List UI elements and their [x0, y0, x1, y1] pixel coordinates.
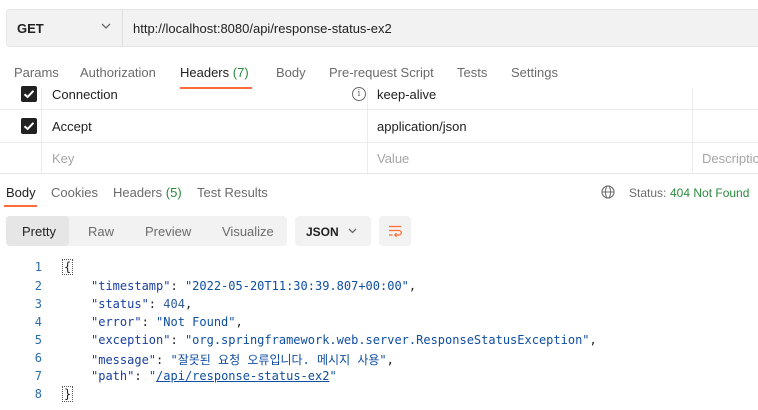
- tab-headers-label: Headers: [180, 65, 230, 80]
- json-value: 404: [163, 297, 185, 311]
- response-tab-body[interactable]: Body: [6, 185, 36, 200]
- response-divider: [0, 173, 758, 174]
- json-value: "2022-05-20T11:30:39.807+00:00": [184, 279, 409, 293]
- line-number: 2: [34, 279, 42, 293]
- new-header-value-input[interactable]: Value: [377, 151, 409, 166]
- view-mode-preview[interactable]: Preview: [145, 224, 191, 239]
- response-tab-headers[interactable]: Headers (5): [113, 185, 182, 200]
- column-divider: [367, 88, 368, 174]
- tab-headers[interactable]: Headers (7): [180, 65, 249, 80]
- wrap-lines-icon: [389, 225, 402, 238]
- json-key: "path": [91, 369, 135, 383]
- line-number: 4: [34, 315, 42, 329]
- open-brace[interactable]: {: [62, 259, 74, 275]
- line-number: 1: [34, 260, 42, 274]
- tab-body[interactable]: Body: [276, 65, 306, 80]
- response-tab-test-results[interactable]: Test Results: [197, 185, 268, 200]
- json-value: "잘못된 요청 오류입니다. 메시지 사용": [170, 353, 387, 367]
- method-divider: [122, 10, 123, 46]
- header-checkbox-accept[interactable]: [21, 118, 37, 134]
- code-line: "path": "/api/response-status-ex2": [91, 369, 337, 383]
- chevron-down-icon: [348, 228, 357, 234]
- format-select-label: JSON: [306, 225, 339, 239]
- tab-params[interactable]: Params: [14, 65, 59, 80]
- json-key: "message": [91, 353, 157, 367]
- code-line: "timestamp": "2022-05-20T11:30:39.807+00…: [91, 279, 417, 293]
- column-divider: [692, 88, 693, 174]
- status-label: Status:: [629, 186, 667, 200]
- header-value-connection[interactable]: keep-alive: [377, 87, 436, 102]
- column-divider: [41, 88, 42, 174]
- status-value[interactable]: 404 Not Found: [670, 186, 749, 200]
- line-number: 5: [34, 333, 42, 347]
- header-key-connection[interactable]: Connection: [52, 87, 118, 102]
- json-value: "org.springframework.web.server.Response…: [184, 333, 590, 347]
- tab-pre-request-script[interactable]: Pre-request Script: [329, 65, 434, 80]
- view-mode-raw[interactable]: Raw: [88, 224, 114, 239]
- line-number: 6: [34, 351, 42, 365]
- line-number: 8: [34, 387, 42, 401]
- active-response-tab-indicator: [4, 205, 37, 207]
- row-divider: [0, 109, 758, 110]
- chevron-down-icon[interactable]: [100, 20, 112, 32]
- json-value: "Not Found": [156, 315, 236, 329]
- info-icon[interactable]: i: [352, 87, 366, 101]
- method-select[interactable]: GET: [17, 21, 44, 36]
- view-mode-pretty[interactable]: Pretty: [22, 224, 56, 239]
- line-number: 3: [34, 297, 42, 311]
- json-key: "status": [91, 297, 149, 311]
- response-tab-cookies[interactable]: Cookies: [51, 185, 98, 200]
- new-header-key-input[interactable]: Key: [52, 151, 74, 166]
- tab-authorization[interactable]: Authorization: [80, 65, 156, 80]
- code-line: "status": 404,: [91, 297, 193, 311]
- json-value-link[interactable]: /api/response-status-ex2: [156, 369, 329, 383]
- tab-tests[interactable]: Tests: [457, 65, 487, 80]
- globe-icon[interactable]: [601, 185, 615, 199]
- header-checkbox-connection[interactable]: [21, 86, 37, 102]
- header-key-accept[interactable]: Accept: [52, 119, 92, 134]
- json-key: "exception": [91, 333, 171, 347]
- code-line: }: [62, 386, 74, 402]
- response-tab-headers-count: (5): [165, 185, 182, 200]
- view-mode-visualize[interactable]: Visualize: [222, 224, 274, 239]
- code-line: {: [62, 259, 74, 275]
- tab-headers-count: (7): [232, 65, 249, 80]
- code-line: "message": "잘못된 요청 오류입니다. 메시지 사용",: [91, 353, 394, 367]
- url-input[interactable]: http://localhost:8080/api/response-statu…: [133, 21, 392, 36]
- json-key: "timestamp": [91, 279, 171, 293]
- tab-settings[interactable]: Settings: [511, 65, 558, 80]
- close-brace[interactable]: }: [62, 386, 74, 402]
- checkmark-icon: [23, 90, 35, 99]
- response-tab-headers-label: Headers: [113, 185, 163, 200]
- line-number: 7: [34, 369, 42, 383]
- json-key: "error": [91, 315, 142, 329]
- header-value-accept[interactable]: application/json: [377, 119, 467, 134]
- row-divider: [0, 142, 758, 143]
- active-tab-indicator: [180, 87, 252, 89]
- checkmark-icon: [23, 122, 35, 131]
- code-line: "error": "Not Found",: [91, 315, 243, 329]
- new-header-description-input[interactable]: Descriptio: [702, 151, 758, 166]
- code-line: "exception": "org.springframework.web.se…: [91, 333, 597, 347]
